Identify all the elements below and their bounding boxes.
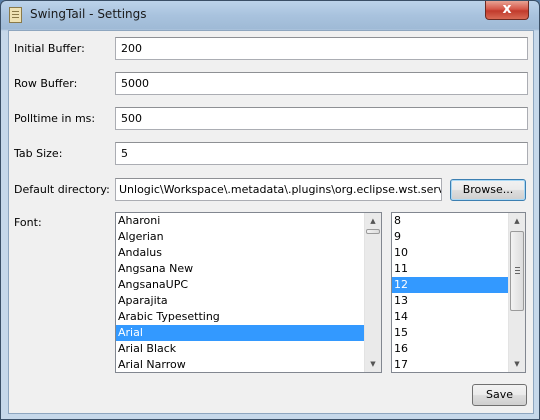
- polltime-label: Polltime in ms:: [14, 112, 96, 125]
- arrow-down-icon[interactable]: ▼: [509, 356, 525, 372]
- close-icon: x: [502, 1, 512, 17]
- save-button[interactable]: Save: [472, 384, 527, 406]
- arrow-up-icon[interactable]: ▲: [365, 213, 381, 229]
- settings-panel: Initial Buffer: 200 Row Buffer: 5000 Pol…: [8, 30, 534, 414]
- font-list-scroll-thumb[interactable]: [366, 229, 380, 234]
- font-item-aharoni[interactable]: Aharoni: [116, 213, 364, 229]
- size-item-8[interactable]: 8: [392, 213, 508, 229]
- font-item-angsanaupc[interactable]: AngsanaUPC: [116, 277, 364, 293]
- font-item-angsana-new[interactable]: Angsana New: [116, 261, 364, 277]
- browse-button[interactable]: Browse...: [450, 179, 526, 201]
- tab-size-input[interactable]: 5: [115, 142, 528, 165]
- scroll-grip: [515, 267, 520, 268]
- scroll-grip: [515, 270, 520, 271]
- window-title: SwingTail - Settings: [30, 7, 147, 21]
- size-item-14[interactable]: 14: [392, 309, 508, 325]
- document-icon: [9, 7, 22, 23]
- initial-buffer-label: Initial Buffer:: [14, 42, 85, 55]
- title-bar[interactable]: SwingTail - Settings x: [1, 1, 539, 29]
- arrow-down-icon[interactable]: ▼: [365, 356, 381, 372]
- font-item-arial[interactable]: Arial: [116, 325, 364, 341]
- size-item-13[interactable]: 13: [392, 293, 508, 309]
- size-item-10[interactable]: 10: [392, 245, 508, 261]
- size-item-11[interactable]: 11: [392, 261, 508, 277]
- row-buffer-label: Row Buffer:: [14, 77, 78, 90]
- tab-size-label: Tab Size:: [14, 147, 63, 160]
- size-list-scrollbar[interactable]: ▲ ▼: [508, 213, 525, 372]
- default-directory-input[interactable]: Unlogic\Workspace\.metadata\.plugins\org…: [115, 178, 442, 201]
- arrow-up-icon[interactable]: ▲: [509, 213, 525, 229]
- font-item-andalus[interactable]: Andalus: [116, 245, 364, 261]
- font-family-list[interactable]: Aharoni Algerian Andalus Angsana New Ang…: [115, 212, 382, 373]
- font-list-scrollbar[interactable]: ▲ ▼: [364, 213, 381, 372]
- font-item-arial-narrow[interactable]: Arial Narrow: [116, 357, 364, 372]
- font-item-arabic-typesetting[interactable]: Arabic Typesetting: [116, 309, 364, 325]
- default-directory-label: Default directory:: [14, 183, 110, 196]
- font-size-list[interactable]: 8 9 10 11 12 13 14 15 16 17 ▲ ▼: [391, 212, 526, 373]
- scroll-grip: [515, 273, 520, 274]
- settings-window: SwingTail - Settings x Initial Buffer: 2…: [0, 0, 540, 420]
- size-item-15[interactable]: 15: [392, 325, 508, 341]
- close-button[interactable]: x: [485, 1, 529, 20]
- font-item-algerian[interactable]: Algerian: [116, 229, 364, 245]
- size-item-9[interactable]: 9: [392, 229, 508, 245]
- size-item-12[interactable]: 12: [392, 277, 508, 293]
- font-label: Font:: [14, 216, 42, 229]
- initial-buffer-input[interactable]: 200: [115, 37, 528, 60]
- font-item-aparajita[interactable]: Aparajita: [116, 293, 364, 309]
- font-item-arial-black[interactable]: Arial Black: [116, 341, 364, 357]
- size-list-scroll-thumb[interactable]: [510, 231, 524, 311]
- size-item-17[interactable]: 17: [392, 357, 508, 372]
- row-buffer-input[interactable]: 5000: [115, 72, 528, 95]
- size-item-16[interactable]: 16: [392, 341, 508, 357]
- polltime-input[interactable]: 500: [115, 107, 528, 130]
